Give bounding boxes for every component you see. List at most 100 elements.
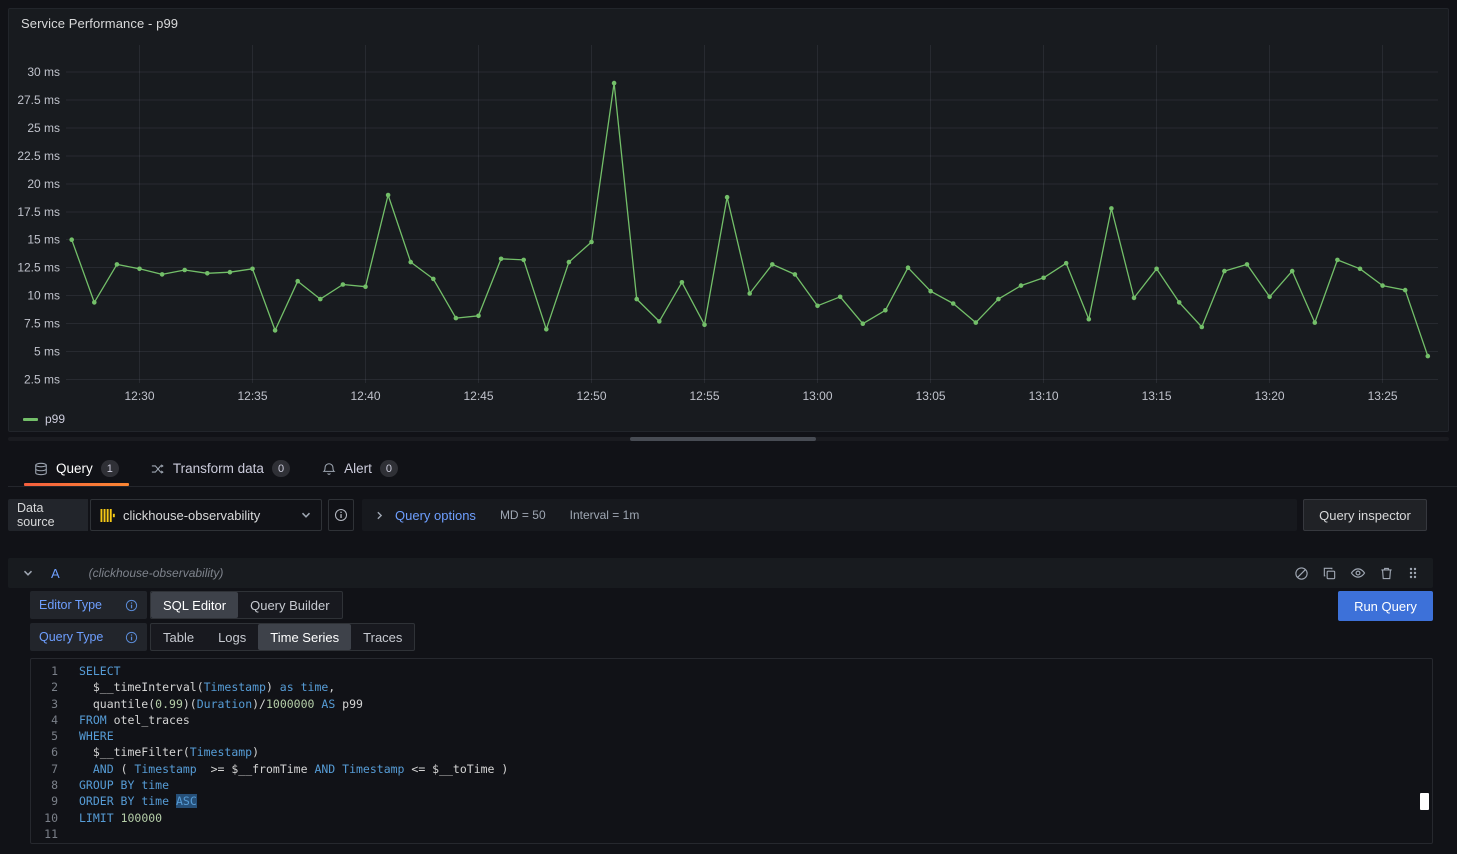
toggle-visibility-icon[interactable] bbox=[1350, 565, 1366, 581]
line-number: 11 bbox=[31, 826, 79, 842]
panel-title[interactable]: Service Performance - p99 bbox=[21, 16, 178, 31]
tab-transform-label: Transform data bbox=[173, 461, 264, 476]
code-line: 5WHERE bbox=[31, 728, 1432, 744]
svg-text:12:35: 12:35 bbox=[237, 389, 267, 403]
horizontal-scrollbar-track[interactable] bbox=[8, 437, 1449, 441]
code-text: $__timeInterval(Timestamp) as time, bbox=[79, 679, 335, 695]
info-circle-icon[interactable] bbox=[125, 599, 138, 612]
svg-text:13:15: 13:15 bbox=[1142, 389, 1172, 403]
code-text: SELECT bbox=[79, 663, 121, 679]
svg-text:7.5 ms: 7.5 ms bbox=[24, 317, 60, 331]
editor-type-option-sql-editor[interactable]: SQL Editor bbox=[151, 592, 238, 618]
duplicate-query-icon[interactable] bbox=[1322, 566, 1337, 581]
line-number: 8 bbox=[31, 777, 79, 793]
code-text: LIMIT 100000 bbox=[79, 810, 162, 826]
chevron-down-icon bbox=[300, 509, 312, 521]
tab-transform-data[interactable]: Transform data 0 bbox=[139, 451, 302, 486]
run-query-button[interactable]: Run Query bbox=[1338, 591, 1433, 621]
svg-text:15 ms: 15 ms bbox=[27, 233, 60, 247]
timeseries-svg[interactable]: 2.5 ms5 ms7.5 ms10 ms12.5 ms15 ms17.5 ms… bbox=[9, 9, 1448, 431]
svg-text:17.5 ms: 17.5 ms bbox=[17, 205, 60, 219]
query-type-group: TableLogsTime SeriesTraces bbox=[150, 623, 415, 651]
tab-alert[interactable]: Alert 0 bbox=[310, 451, 410, 486]
timeseries-panel: 2.5 ms5 ms7.5 ms10 ms12.5 ms15 ms17.5 ms… bbox=[8, 8, 1449, 432]
tab-query[interactable]: Query 1 bbox=[22, 451, 131, 486]
svg-text:22.5 ms: 22.5 ms bbox=[17, 149, 60, 163]
line-number: 10 bbox=[31, 810, 79, 826]
max-data-points-value: MD = 50 bbox=[500, 508, 546, 522]
svg-text:20 ms: 20 ms bbox=[27, 177, 60, 191]
query-type-option-table[interactable]: Table bbox=[151, 624, 206, 650]
svg-text:30 ms: 30 ms bbox=[27, 65, 60, 79]
svg-text:12:45: 12:45 bbox=[463, 389, 493, 403]
legend-series-swatch bbox=[23, 418, 38, 421]
database-icon bbox=[34, 462, 48, 476]
svg-text:12.5 ms: 12.5 ms bbox=[17, 261, 60, 275]
svg-text:13:10: 13:10 bbox=[1029, 389, 1059, 403]
line-number: 4 bbox=[31, 712, 79, 728]
query-type-option-time-series[interactable]: Time Series bbox=[258, 624, 351, 650]
code-text: GROUP BY time bbox=[79, 777, 169, 793]
svg-text:12:30: 12:30 bbox=[124, 389, 154, 403]
disable-query-icon[interactable] bbox=[1294, 566, 1309, 581]
code-line: 7 AND ( Timestamp >= $__fromTime AND Tim… bbox=[31, 761, 1432, 777]
line-number: 5 bbox=[31, 728, 79, 744]
info-circle-icon[interactable] bbox=[125, 631, 138, 644]
query-row-header[interactable]: A (clickhouse-observability) bbox=[8, 558, 1433, 588]
svg-text:13:25: 13:25 bbox=[1368, 389, 1398, 403]
line-number: 3 bbox=[31, 696, 79, 712]
sql-editor[interactable]: 1SELECT2 $__timeInterval(Timestamp) as t… bbox=[30, 658, 1433, 844]
query-ref-id: A bbox=[51, 566, 60, 581]
editor-type-label-box: Editor Type bbox=[30, 591, 147, 619]
code-line: 9ORDER BY time ASC bbox=[31, 793, 1432, 809]
svg-text:25 ms: 25 ms bbox=[27, 121, 60, 135]
query-type-label-box: Query Type bbox=[30, 623, 147, 651]
line-number: 1 bbox=[31, 663, 79, 679]
code-line: 2 $__timeInterval(Timestamp) as time, bbox=[31, 679, 1432, 695]
svg-text:12:40: 12:40 bbox=[350, 389, 380, 403]
chart-area[interactable]: 2.5 ms5 ms7.5 ms10 ms12.5 ms15 ms17.5 ms… bbox=[9, 9, 1448, 431]
query-type-label: Query Type bbox=[39, 630, 103, 644]
svg-text:27.5 ms: 27.5 ms bbox=[17, 93, 60, 107]
editor-type-group: SQL EditorQuery Builder bbox=[150, 591, 343, 619]
svg-text:12:55: 12:55 bbox=[689, 389, 719, 403]
query-inspector-button[interactable]: Query inspector bbox=[1303, 499, 1427, 531]
line-number: 7 bbox=[31, 761, 79, 777]
drag-handle-icon[interactable] bbox=[1407, 566, 1419, 580]
query-options-label: Query options bbox=[395, 508, 476, 523]
interval-value: Interval = 1m bbox=[570, 508, 640, 522]
code-text: AND ( Timestamp >= $__fromTime AND Times… bbox=[79, 761, 508, 777]
datasource-label: Data source bbox=[8, 499, 88, 531]
code-text: quantile(0.99)(Duration)/1000000 AS p99 bbox=[79, 696, 363, 712]
tab-alert-label: Alert bbox=[344, 461, 372, 476]
tab-alert-count: 0 bbox=[380, 460, 398, 477]
query-type-option-logs[interactable]: Logs bbox=[206, 624, 258, 650]
editor-tabs: Query 1 Transform data 0 Alert 0 bbox=[8, 451, 1457, 487]
tab-query-count: 1 bbox=[101, 460, 119, 477]
svg-text:5 ms: 5 ms bbox=[34, 345, 60, 359]
tab-query-label: Query bbox=[56, 461, 93, 476]
svg-text:12:50: 12:50 bbox=[576, 389, 606, 403]
svg-text:13:05: 13:05 bbox=[916, 389, 946, 403]
query-type-option-traces[interactable]: Traces bbox=[351, 624, 414, 650]
editor-type-option-query-builder[interactable]: Query Builder bbox=[238, 592, 341, 618]
horizontal-scrollbar-thumb[interactable] bbox=[630, 437, 816, 441]
editor-cursor-marker bbox=[1420, 793, 1429, 810]
code-line: 1SELECT bbox=[31, 663, 1432, 679]
svg-text:13:00: 13:00 bbox=[802, 389, 832, 403]
editor-type-row: Editor Type SQL EditorQuery Builder Run … bbox=[30, 591, 1433, 619]
code-line: 8GROUP BY time bbox=[31, 777, 1432, 793]
collapse-chevron-icon[interactable] bbox=[22, 567, 34, 579]
datasource-row: Data source clickhouse-observability Que… bbox=[8, 499, 1427, 531]
chevron-right-icon bbox=[374, 510, 385, 521]
transform-icon bbox=[151, 462, 165, 476]
svg-text:13:20: 13:20 bbox=[1255, 389, 1285, 403]
legend-item-p99[interactable]: p99 bbox=[23, 412, 65, 426]
code-text: WHERE bbox=[79, 728, 114, 744]
query-row-actions bbox=[1294, 565, 1419, 581]
datasource-picker[interactable]: clickhouse-observability bbox=[90, 499, 322, 531]
datasource-help-button[interactable] bbox=[328, 499, 354, 531]
code-text: FROM otel_traces bbox=[79, 712, 190, 728]
delete-query-icon[interactable] bbox=[1379, 566, 1394, 581]
query-options-toggle[interactable]: Query options MD = 50 Interval = 1m bbox=[362, 499, 1297, 531]
